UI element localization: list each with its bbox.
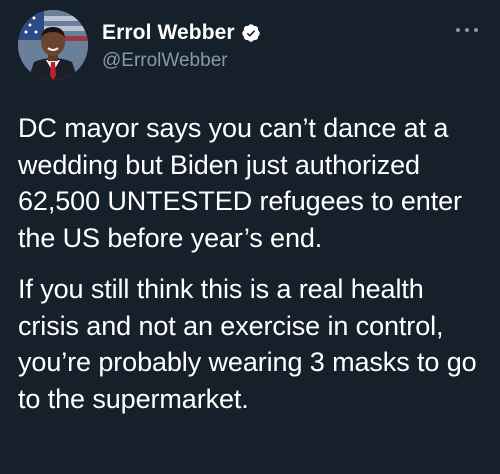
tweet-text: DC mayor says you can’t dance at a weddi… (18, 110, 488, 417)
verified-badge-icon (241, 23, 261, 43)
handle[interactable]: @ErrolWebber (102, 50, 261, 72)
more-options-icon[interactable] (456, 26, 478, 34)
tweet-header: Errol Webber @ErrolWebber (18, 10, 482, 90)
display-name-row: Errol Webber (102, 20, 261, 46)
author-names: Errol Webber @ErrolWebber (102, 20, 261, 72)
avatar[interactable] (18, 10, 88, 80)
tweet-paragraph: If you still think this is a real health… (18, 274, 477, 414)
tweet-paragraph: DC mayor says you can’t dance at a weddi… (18, 113, 462, 253)
display-name[interactable]: Errol Webber (102, 21, 235, 45)
tweet-card: Errol Webber @ErrolWebber DC mayor says … (0, 0, 500, 474)
profile-photo (18, 10, 88, 80)
